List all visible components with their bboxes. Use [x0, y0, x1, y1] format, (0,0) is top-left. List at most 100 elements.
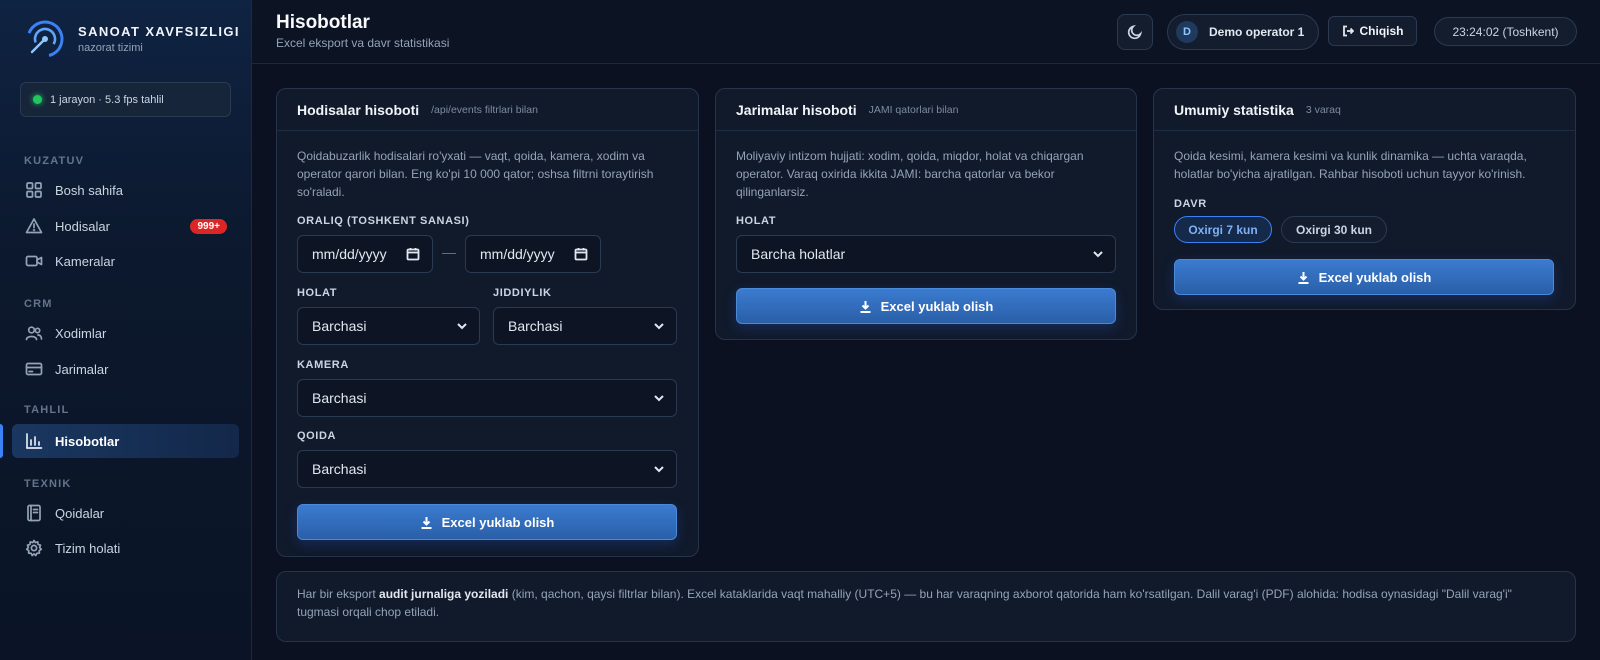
- events-report-card: Hodisalar hisoboti /api/events filtrlari…: [276, 88, 699, 557]
- sidebar: SANOAT XAVFSIZLIGI nazorat tizimi 1 jara…: [0, 0, 252, 660]
- brand-title: SANOAT XAVFSIZLIGI: [78, 24, 240, 39]
- fines-status-select[interactable]: Barcha holatlar: [736, 235, 1116, 273]
- fines-status-select-value: Barcha holatlar: [751, 246, 846, 262]
- sidebar-item-hodisalar[interactable]: Hodisalar 999+: [12, 209, 239, 243]
- avatar: D: [1176, 21, 1198, 43]
- date-from-placeholder: mm/dd/yyyy: [312, 246, 387, 262]
- sidebar-item-jarimalar[interactable]: Jarimalar: [12, 352, 239, 386]
- user-menu[interactable]: D Demo operator 1: [1167, 14, 1319, 50]
- page-subtitle: Excel eksport va davr statistikasi: [276, 36, 450, 50]
- events-excel-download-button[interactable]: Excel yuklab olish: [297, 504, 677, 540]
- status-dot-icon: [33, 95, 42, 104]
- user-name: Demo operator 1: [1209, 25, 1305, 39]
- card-icon: [25, 362, 43, 376]
- page-title: Hisobotlar: [276, 12, 370, 33]
- camera-icon: [25, 255, 43, 267]
- chevron-down-icon: [654, 466, 664, 473]
- nav-section-texnik: TEXNIK: [24, 478, 72, 490]
- date-to-placeholder: mm/dd/yyyy: [480, 246, 555, 262]
- fines-excel-download-button[interactable]: Excel yuklab olish: [736, 288, 1116, 324]
- logout-label: Chiqish: [1359, 24, 1404, 38]
- sidebar-item-label: Tizim holati: [55, 540, 121, 556]
- logout-icon: [1342, 25, 1354, 37]
- camera-select-value: Barchasi: [312, 390, 367, 406]
- process-status: 1 jarayon · 5.3 fps tahlil: [20, 82, 231, 117]
- date-to-input[interactable]: mm/dd/yyyy: [465, 235, 601, 273]
- chevron-down-icon: [1093, 251, 1103, 258]
- period-chip-7-days[interactable]: Oxirgi 7 kun: [1174, 216, 1272, 243]
- clock: 23:24:02 (Toshkent): [1434, 17, 1577, 46]
- date-range-label: ORALIQ (TOSHKENT SANASI): [297, 215, 470, 227]
- button-label: Excel yuklab olish: [441, 514, 555, 530]
- card-hint: JAMI qatorlari bilan: [868, 103, 959, 116]
- rule-select-value: Barchasi: [312, 461, 367, 477]
- button-label: Excel yuklab olish: [880, 298, 994, 314]
- card-title: Hodisalar hisoboti: [297, 101, 420, 118]
- active-indicator: [0, 424, 3, 458]
- warning-icon: [25, 218, 43, 234]
- status-select[interactable]: Barchasi: [297, 307, 480, 345]
- card-hint: /api/events filtrlari bilan: [431, 103, 538, 116]
- calendar-icon: [574, 248, 588, 261]
- status-select-value: Barchasi: [312, 318, 367, 334]
- top-header: Hisobotlar Excel eksport va davr statist…: [252, 0, 1600, 64]
- logout-button[interactable]: Chiqish: [1328, 16, 1417, 46]
- sidebar-item-xodimlar[interactable]: Xodimlar: [12, 316, 239, 350]
- sidebar-item-tizim-holati[interactable]: Tizim holati: [12, 531, 239, 565]
- bar-chart-icon: [26, 433, 43, 449]
- severity-select-value: Barchasi: [508, 318, 563, 334]
- brand-subtitle: nazorat tizimi: [78, 42, 143, 54]
- sidebar-item-label: Bosh sahifa: [55, 182, 123, 198]
- radar-logo-icon: [26, 20, 64, 58]
- nav-section-crm: CRM: [24, 298, 53, 310]
- note-text-bold: audit jurnaliga yoziladi: [379, 587, 509, 601]
- download-icon: [860, 300, 871, 313]
- sidebar-item-label: Qoidalar: [55, 505, 105, 521]
- period-chip-30-days[interactable]: Oxirgi 30 kun: [1281, 216, 1387, 243]
- events-count-badge: 999+: [190, 218, 227, 234]
- card-description: Moliyaviy intizom hujjati: xodim, qoida,…: [736, 149, 1084, 199]
- fines-report-card: Jarimalar hisoboti JAMI qatorlari bilan …: [715, 88, 1137, 340]
- general-stats-card: Umumiy statistika 3 varaq Qoida kesimi, …: [1153, 88, 1576, 310]
- sidebar-item-label: Xodimlar: [55, 325, 107, 341]
- sidebar-item-qoidalar[interactable]: Qoidalar: [12, 496, 239, 530]
- moon-icon: [1127, 24, 1143, 40]
- date-range-separator: —: [442, 244, 456, 260]
- sidebar-item-hisobotlar[interactable]: Hisobotlar: [12, 424, 239, 458]
- brand[interactable]: SANOAT XAVFSIZLIGI nazorat tizimi: [24, 18, 240, 60]
- date-from-input[interactable]: mm/dd/yyyy: [297, 235, 433, 273]
- card-hint: 3 varaq: [1305, 103, 1341, 116]
- grid-icon: [26, 182, 42, 198]
- chevron-down-icon: [654, 323, 664, 330]
- card-header: Umumiy statistika 3 varaq: [1154, 89, 1575, 131]
- card-header: Hodisalar hisoboti /api/events filtrlari…: [277, 89, 698, 131]
- users-icon: [25, 326, 43, 341]
- card-header: Jarimalar hisoboti JAMI qatorlari bilan: [716, 89, 1136, 131]
- card-description: Qoida kesimi, kamera kesimi va kunlik di…: [1174, 149, 1527, 181]
- gear-icon: [25, 539, 43, 557]
- chevron-down-icon: [457, 323, 467, 330]
- period-label: DAVR: [1174, 198, 1207, 210]
- sidebar-item-kameralar[interactable]: Kameralar: [12, 244, 239, 278]
- sidebar-item-bosh-sahifa[interactable]: Bosh sahifa: [12, 173, 239, 207]
- book-icon: [27, 504, 41, 522]
- audit-info-note: Har bir eksport audit jurnaliga yoziladi…: [276, 571, 1576, 642]
- sidebar-item-label: Jarimalar: [55, 361, 109, 377]
- severity-label: JIDDIYLIK: [493, 287, 552, 299]
- sidebar-item-label: Hodisalar: [55, 218, 110, 234]
- card-title: Umumiy statistika: [1174, 101, 1294, 118]
- camera-select[interactable]: Barchasi: [297, 379, 677, 417]
- camera-label: KAMERA: [297, 359, 349, 371]
- chevron-down-icon: [654, 395, 664, 402]
- severity-select[interactable]: Barchasi: [493, 307, 677, 345]
- stats-excel-download-button[interactable]: Excel yuklab olish: [1174, 259, 1554, 295]
- download-icon: [421, 516, 432, 529]
- button-label: Excel yuklab olish: [1318, 269, 1432, 285]
- rule-label: QOIDA: [297, 430, 337, 442]
- download-icon: [1298, 271, 1309, 284]
- sidebar-item-label: Hisobotlar: [55, 433, 120, 449]
- rule-select[interactable]: Barchasi: [297, 450, 677, 488]
- note-text-start: Har bir eksport: [297, 587, 380, 601]
- nav-section-kuzatuv: KUZATUV: [24, 155, 85, 167]
- theme-toggle-button[interactable]: [1117, 14, 1153, 50]
